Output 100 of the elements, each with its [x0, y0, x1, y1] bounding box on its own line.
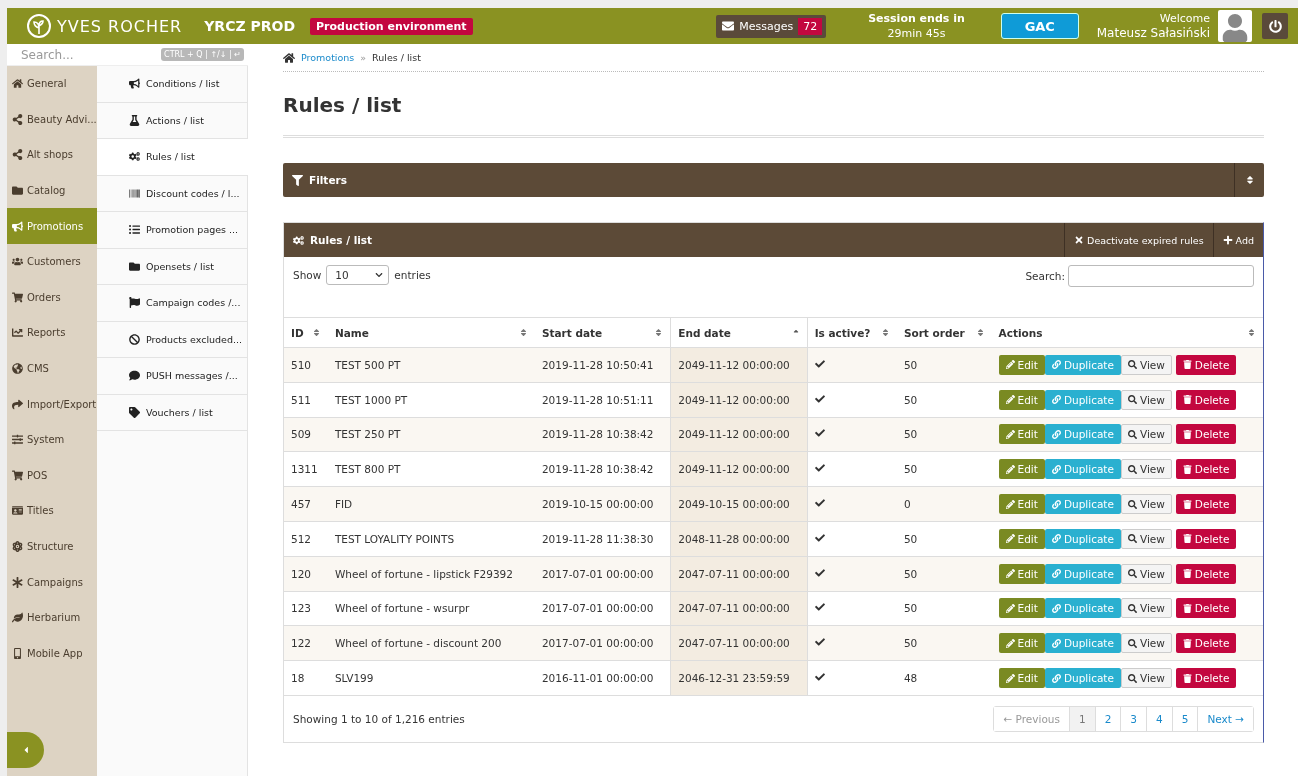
view-button[interactable]: View — [1120, 459, 1172, 480]
view-button[interactable]: View — [1120, 494, 1172, 515]
table-cell: 18 — [284, 660, 328, 696]
menu-item[interactable]: Campaigns — [7, 564, 97, 600]
table-cell: SLV199 — [327, 660, 535, 696]
column-header[interactable]: Sort order — [896, 317, 992, 348]
messages-button[interactable]: Messages 72 — [716, 14, 827, 38]
table-search-field[interactable] — [1068, 265, 1254, 287]
delete-button[interactable]: Delete — [1175, 668, 1237, 689]
edit-button[interactable]: Edit — [998, 424, 1045, 445]
edit-button[interactable]: Edit — [998, 389, 1045, 410]
folder-icon — [12, 185, 23, 197]
trash-icon — [1182, 499, 1192, 509]
collapse-button[interactable] — [7, 732, 44, 768]
search-icon — [1127, 395, 1137, 405]
page-title: Rules / list — [283, 72, 1264, 138]
view-button[interactable]: View — [1120, 598, 1172, 619]
table-cell: 48 — [896, 660, 992, 696]
search-icon — [1127, 360, 1137, 370]
view-button[interactable]: View — [1120, 563, 1172, 584]
delete-button[interactable]: Delete — [1175, 563, 1237, 584]
delete-button[interactable]: Delete — [1175, 354, 1237, 375]
table-cell: TEST LOYALITY POINTS — [327, 521, 535, 557]
column-header[interactable]: ID — [284, 317, 328, 348]
column-header[interactable]: Is active? — [807, 317, 897, 348]
edit-button[interactable]: Edit — [998, 528, 1045, 549]
delete-button[interactable]: Delete — [1175, 494, 1237, 515]
table-cell: 120 — [284, 556, 328, 592]
edit-button[interactable]: Edit — [998, 563, 1045, 584]
edit-button[interactable]: Edit — [998, 598, 1045, 619]
column-header[interactable]: Actions — [991, 317, 1263, 348]
page-button[interactable]: 1 — [1068, 706, 1095, 731]
page-size-select[interactable]: 10 — [326, 265, 390, 285]
menu-item[interactable]: System — [7, 421, 97, 458]
delete-button[interactable]: Delete — [1175, 389, 1237, 410]
power-icon — [1268, 19, 1282, 33]
table-cell: 2049-11-12 00:00:00 — [670, 417, 808, 452]
view-button[interactable]: View — [1120, 633, 1172, 654]
menu-item[interactable]: Alt shops — [7, 137, 97, 173]
shortcut-hint: CTRL + Q | ↑/↓ | ↵ — [161, 48, 244, 61]
delete-button[interactable]: Delete — [1175, 528, 1237, 549]
delete-button[interactable]: Delete — [1175, 459, 1237, 480]
table-cell: 2019-10-15 00:00:00 — [534, 486, 671, 522]
view-button[interactable]: View — [1120, 424, 1172, 445]
breadcrumb-separator: » — [360, 52, 367, 63]
plus-icon — [1222, 235, 1233, 245]
panel-action-button[interactable]: Deactivate expired rules — [1064, 223, 1213, 257]
edit-button[interactable]: Edit — [998, 494, 1045, 515]
table-cell: 2019-11-28 11:38:30 — [534, 521, 671, 557]
table-cell: 2047-07-11 00:00:00 — [670, 625, 808, 661]
view-button[interactable]: View — [1120, 528, 1172, 549]
menu-item[interactable]: General — [7, 66, 97, 102]
menu-item[interactable]: Structure — [7, 528, 97, 565]
edit-button[interactable]: Edit — [998, 459, 1045, 480]
menu-item[interactable]: POS — [7, 457, 97, 494]
atom-icon — [12, 541, 23, 552]
logout-button[interactable] — [1262, 13, 1288, 39]
edit-button[interactable]: Edit — [998, 633, 1045, 654]
menu-item[interactable]: Beauty Advi... — [7, 101, 97, 138]
menu-item[interactable]: Reports — [7, 315, 97, 351]
column-header[interactable]: Name — [327, 317, 535, 348]
menu-item[interactable]: Orders — [7, 279, 97, 316]
view-button[interactable]: View — [1120, 668, 1172, 689]
trash-icon — [1182, 603, 1192, 613]
pencil-icon — [1005, 499, 1015, 509]
view-button[interactable]: View — [1120, 389, 1172, 410]
table-cell: 50 — [896, 347, 992, 383]
delete-button[interactable]: Delete — [1175, 633, 1237, 654]
column-header[interactable]: End date — [670, 317, 808, 348]
table-cell: 50 — [896, 521, 992, 557]
flask-icon — [129, 114, 140, 126]
menu-item[interactable]: Catalog — [7, 172, 97, 209]
table-cell: 512 — [284, 521, 328, 557]
next-button[interactable]: Next → — [1197, 706, 1253, 731]
table-cell: 2019-11-28 10:38:42 — [534, 451, 671, 487]
pencil-icon — [1005, 360, 1015, 370]
table-cell: 2046-12-31 23:59:59 — [670, 660, 808, 696]
table-cell: 2016-11-01 00:00:00 — [534, 660, 671, 696]
filters-bar[interactable]: Filters — [283, 163, 1264, 197]
delete-button[interactable]: Delete — [1175, 598, 1237, 619]
column-header[interactable]: Start date — [534, 317, 671, 348]
avatar[interactable] — [1218, 10, 1252, 42]
breadcrumb-link[interactable]: Promotions — [301, 52, 355, 63]
search-icon — [1127, 673, 1137, 683]
menu-item[interactable]: CMS — [7, 350, 97, 387]
menu-item[interactable]: Herbarium — [7, 599, 97, 636]
filter-icon — [292, 174, 303, 186]
edit-button[interactable]: Edit — [998, 354, 1045, 375]
tag-icon — [129, 406, 140, 418]
menu-item[interactable]: Mobile App — [7, 635, 97, 672]
gears-icon — [293, 234, 304, 246]
submenu-item[interactable]: Rules / list — [97, 139, 248, 176]
menu-item[interactable]: Customers — [7, 243, 97, 280]
table-cell: 2049-11-12 00:00:00 — [670, 382, 808, 418]
panel-action-button[interactable]: Add — [1212, 223, 1263, 257]
edit-button[interactable]: Edit — [998, 668, 1045, 689]
delete-button[interactable]: Delete — [1175, 424, 1237, 445]
menu-item[interactable]: Titles — [7, 493, 97, 529]
menu-item[interactable]: Import/Export — [7, 386, 97, 422]
view-button[interactable]: View — [1120, 354, 1172, 375]
